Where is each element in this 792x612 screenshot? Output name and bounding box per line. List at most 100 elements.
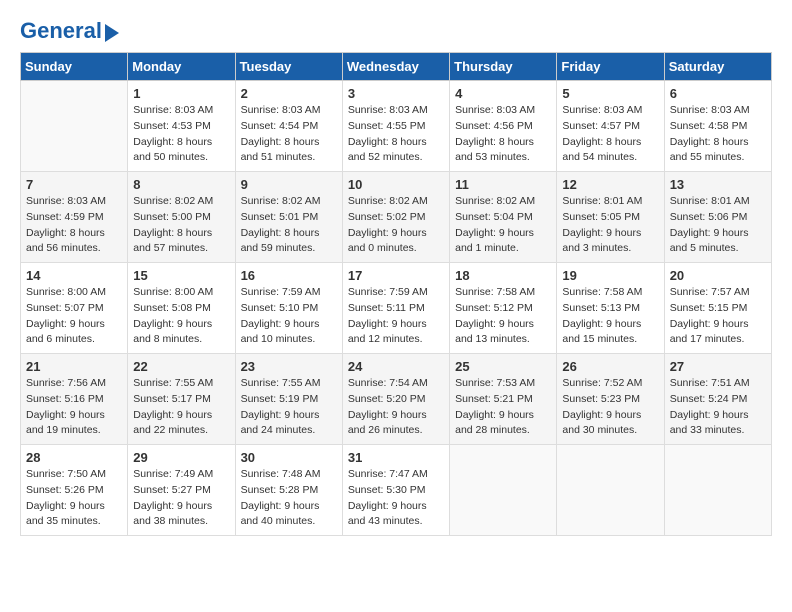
day-info: Sunrise: 7:58 AMSunset: 5:13 PMDaylight:… — [562, 285, 658, 348]
day-info: Sunrise: 8:03 AMSunset: 4:54 PMDaylight:… — [241, 103, 337, 166]
day-cell: 3 Sunrise: 8:03 AMSunset: 4:55 PMDaylight… — [342, 81, 449, 172]
col-friday: Friday — [557, 53, 664, 81]
day-info: Sunrise: 7:57 AMSunset: 5:15 PMDaylight:… — [670, 285, 766, 348]
day-info: Sunrise: 7:48 AMSunset: 5:28 PMDaylight:… — [241, 467, 337, 530]
col-tuesday: Tuesday — [235, 53, 342, 81]
day-info: Sunrise: 7:56 AMSunset: 5:16 PMDaylight:… — [26, 376, 122, 439]
day-cell: 8 Sunrise: 8:02 AMSunset: 5:00 PMDaylight… — [128, 172, 235, 263]
day-cell — [664, 445, 771, 536]
day-number: 14 — [26, 268, 122, 283]
day-cell: 30Sunrise: 7:48 AMSunset: 5:28 PMDayligh… — [235, 445, 342, 536]
week-row-1: 1 Sunrise: 8:03 AMSunset: 4:53 PMDaylight… — [21, 81, 772, 172]
day-info: Sunrise: 8:00 AMSunset: 5:07 PMDaylight:… — [26, 285, 122, 348]
day-number: 16 — [241, 268, 337, 283]
day-cell: 28 Sunrise: 7:50 AMSunset: 5:26 PMDayligh… — [21, 445, 128, 536]
day-cell: 25 Sunrise: 7:53 AMSunset: 5:21 PMDayligh… — [450, 354, 557, 445]
day-number: 6 — [670, 86, 766, 101]
day-cell: 14 Sunrise: 8:00 AMSunset: 5:07 PMDayligh… — [21, 263, 128, 354]
day-number: 4 — [455, 86, 551, 101]
day-cell: 4 Sunrise: 8:03 AMSunset: 4:56 PMDaylight… — [450, 81, 557, 172]
day-info: Sunrise: 7:52 AMSunset: 5:23 PMDaylight:… — [562, 376, 658, 439]
day-info: Sunrise: 7:54 AMSunset: 5:20 PMDaylight:… — [348, 376, 444, 439]
day-info: Sunrise: 8:03 AMSunset: 4:57 PMDaylight:… — [562, 103, 658, 166]
day-cell: 29Sunrise: 7:49 AMSunset: 5:27 PMDayligh… — [128, 445, 235, 536]
col-sunday: Sunday — [21, 53, 128, 81]
day-number: 26 — [562, 359, 658, 374]
day-number: 17 — [348, 268, 444, 283]
day-cell: 9 Sunrise: 8:02 AMSunset: 5:01 PMDaylight… — [235, 172, 342, 263]
day-cell: 12Sunrise: 8:01 AMSunset: 5:05 PMDayligh… — [557, 172, 664, 263]
day-cell: 5 Sunrise: 8:03 AMSunset: 4:57 PMDaylight… — [557, 81, 664, 172]
day-number: 18 — [455, 268, 551, 283]
day-cell: 18 Sunrise: 7:58 AMSunset: 5:12 PMDayligh… — [450, 263, 557, 354]
day-cell: 2 Sunrise: 8:03 AMSunset: 4:54 PMDaylight… — [235, 81, 342, 172]
day-info: Sunrise: 8:03 AMSunset: 4:56 PMDaylight:… — [455, 103, 551, 166]
day-info: Sunrise: 8:03 AMSunset: 4:55 PMDaylight:… — [348, 103, 444, 166]
day-number: 10 — [348, 177, 444, 192]
day-number: 5 — [562, 86, 658, 101]
day-info: Sunrise: 7:55 AMSunset: 5:19 PMDaylight:… — [241, 376, 337, 439]
day-number: 15 — [133, 268, 229, 283]
day-number: 11 — [455, 177, 551, 192]
day-cell: 22 Sunrise: 7:55 AMSunset: 5:17 PMDayligh… — [128, 354, 235, 445]
day-cell: 7Sunrise: 8:03 AMSunset: 4:59 PMDaylight… — [21, 172, 128, 263]
day-info: Sunrise: 7:51 AMSunset: 5:24 PMDaylight:… — [670, 376, 766, 439]
col-saturday: Saturday — [664, 53, 771, 81]
day-number: 23 — [241, 359, 337, 374]
day-cell: 1 Sunrise: 8:03 AMSunset: 4:53 PMDaylight… — [128, 81, 235, 172]
day-info: Sunrise: 7:58 AMSunset: 5:12 PMDaylight:… — [455, 285, 551, 348]
day-number: 1 — [133, 86, 229, 101]
day-cell: 21 Sunrise: 7:56 AMSunset: 5:16 PMDayligh… — [21, 354, 128, 445]
day-cell: 10Sunrise: 8:02 AMSunset: 5:02 PMDayligh… — [342, 172, 449, 263]
day-cell: 27 Sunrise: 7:51 AMSunset: 5:24 PMDayligh… — [664, 354, 771, 445]
day-info: Sunrise: 8:00 AMSunset: 5:08 PMDaylight:… — [133, 285, 229, 348]
day-cell: 23 Sunrise: 7:55 AMSunset: 5:19 PMDayligh… — [235, 354, 342, 445]
day-cell: 16Sunrise: 7:59 AMSunset: 5:10 PMDayligh… — [235, 263, 342, 354]
day-cell — [21, 81, 128, 172]
day-number: 13 — [670, 177, 766, 192]
day-number: 29 — [133, 450, 229, 465]
day-number: 21 — [26, 359, 122, 374]
day-info: Sunrise: 7:50 AMSunset: 5:26 PMDaylight:… — [26, 467, 122, 530]
day-cell: 17 Sunrise: 7:59 AMSunset: 5:11 PMDayligh… — [342, 263, 449, 354]
day-number: 27 — [670, 359, 766, 374]
logo-text: General — [20, 20, 102, 42]
day-number: 28 — [26, 450, 122, 465]
week-row-4: 21 Sunrise: 7:56 AMSunset: 5:16 PMDayligh… — [21, 354, 772, 445]
week-row-5: 28 Sunrise: 7:50 AMSunset: 5:26 PMDayligh… — [21, 445, 772, 536]
week-row-2: 7Sunrise: 8:03 AMSunset: 4:59 PMDaylight… — [21, 172, 772, 263]
day-info: Sunrise: 8:03 AMSunset: 4:53 PMDaylight:… — [133, 103, 229, 166]
day-cell: 11 Sunrise: 8:02 AMSunset: 5:04 PMDayligh… — [450, 172, 557, 263]
day-info: Sunrise: 7:59 AMSunset: 5:11 PMDaylight:… — [348, 285, 444, 348]
day-info: Sunrise: 8:03 AMSunset: 4:59 PMDaylight:… — [26, 194, 122, 257]
day-info: Sunrise: 8:02 AMSunset: 5:01 PMDaylight:… — [241, 194, 337, 257]
col-wednesday: Wednesday — [342, 53, 449, 81]
day-info: Sunrise: 8:03 AMSunset: 4:58 PMDaylight:… — [670, 103, 766, 166]
day-number: 22 — [133, 359, 229, 374]
day-info: Sunrise: 7:53 AMSunset: 5:21 PMDaylight:… — [455, 376, 551, 439]
day-info: Sunrise: 8:02 AMSunset: 5:04 PMDaylight:… — [455, 194, 551, 257]
day-number: 25 — [455, 359, 551, 374]
day-number: 9 — [241, 177, 337, 192]
day-cell: 19Sunrise: 7:58 AMSunset: 5:13 PMDayligh… — [557, 263, 664, 354]
day-number: 8 — [133, 177, 229, 192]
week-row-3: 14 Sunrise: 8:00 AMSunset: 5:07 PMDayligh… — [21, 263, 772, 354]
day-cell — [557, 445, 664, 536]
day-number: 31 — [348, 450, 444, 465]
day-number: 2 — [241, 86, 337, 101]
day-info: Sunrise: 7:47 AMSunset: 5:30 PMDaylight:… — [348, 467, 444, 530]
col-thursday: Thursday — [450, 53, 557, 81]
calendar-table: Sunday Monday Tuesday Wednesday Thursday… — [20, 52, 772, 536]
day-cell — [450, 445, 557, 536]
day-info: Sunrise: 8:02 AMSunset: 5:00 PMDaylight:… — [133, 194, 229, 257]
day-info: Sunrise: 7:55 AMSunset: 5:17 PMDaylight:… — [133, 376, 229, 439]
col-monday: Monday — [128, 53, 235, 81]
day-number: 3 — [348, 86, 444, 101]
day-cell: 15 Sunrise: 8:00 AMSunset: 5:08 PMDayligh… — [128, 263, 235, 354]
day-cell: 20Sunrise: 7:57 AMSunset: 5:15 PMDayligh… — [664, 263, 771, 354]
day-info: Sunrise: 8:01 AMSunset: 5:06 PMDaylight:… — [670, 194, 766, 257]
day-cell: 26 Sunrise: 7:52 AMSunset: 5:23 PMDayligh… — [557, 354, 664, 445]
page-header: General — [20, 20, 772, 42]
day-number: 12 — [562, 177, 658, 192]
day-cell: 31 Sunrise: 7:47 AMSunset: 5:30 PMDayligh… — [342, 445, 449, 536]
